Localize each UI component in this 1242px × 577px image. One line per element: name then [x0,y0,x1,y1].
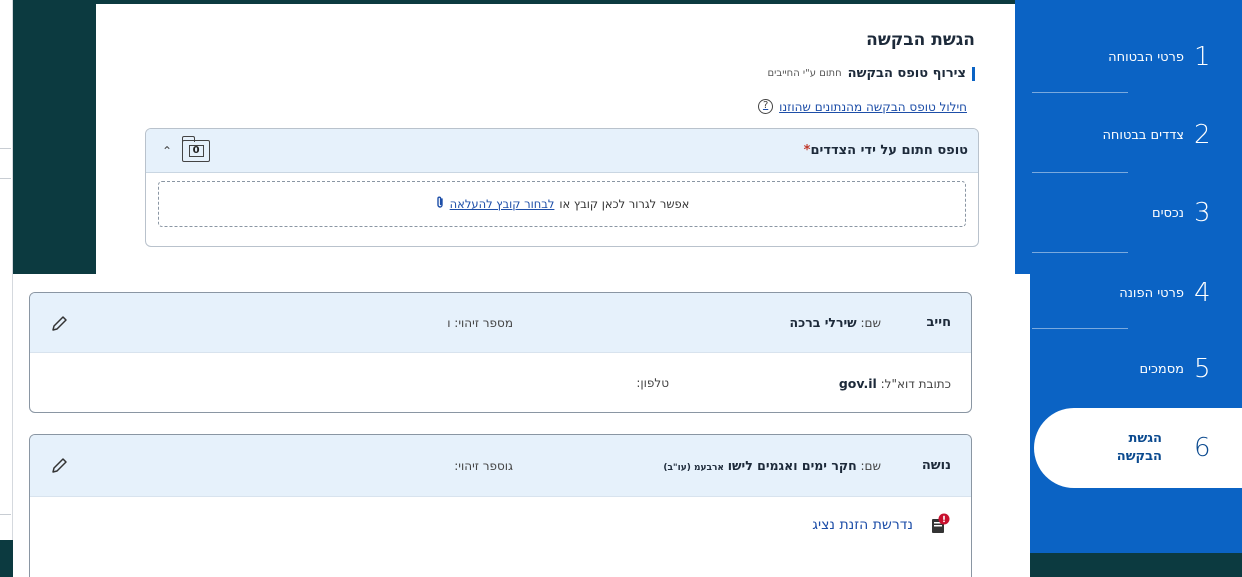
attach-form-heading: צירוף טופס הבקשה חתום ע"י החייבים [768,66,975,81]
id-label: גוספר זיהוי: [454,458,513,473]
step-5[interactable]: מסמכים 5 [1028,330,1242,408]
step-number: 4 [1194,278,1211,308]
phone-field: טלפון: [636,376,669,390]
party-contact-row: כתובת דוא"ל: gov.il טלפון: [30,353,971,412]
party-role: נושה [921,458,951,473]
step-label: פרטי הבטוחה [1108,49,1184,65]
step-1[interactable]: פרטי הבטוחה 1 [1028,18,1242,96]
file-drop-zone[interactable]: אפשר לגרור לכאן קובץ או לבחור קובץ להעלא… [158,181,966,227]
accent-bar [972,66,975,81]
name-value: שירלי ברכה [789,315,857,330]
step-number: 6 [1194,433,1211,463]
step-label: פרטי הפונה [1119,285,1184,301]
file-count: 0 [188,144,204,157]
page-title: הגשת הבקשה [866,30,975,50]
upload-label-text: טופס חתום על ידי הצדדים [810,143,968,158]
party-header: חייב שם: שירלי ברכה מספר זיהוי: ו [30,293,971,353]
help-icon[interactable]: ? [758,99,774,114]
step-number: 3 [1194,198,1211,228]
id-value: ו [447,315,451,330]
chevron-up-icon[interactable]: ⌃ [162,144,172,158]
attach-form-sublabel: חתום ע"י החייבים [767,68,842,79]
party-representative-row: נדרשת הזנת נציג [30,497,971,577]
pencil-icon[interactable] [50,455,70,475]
step-label: מסמכים [1139,361,1184,377]
party-name-field: שם: שירלי ברכה [790,315,881,330]
id-label: מספר זיהוי: [454,315,513,330]
divider [0,514,11,515]
name-value: חקר ימים ואגמים לישו [727,458,857,473]
party-header: נושה שם: חקר ימים ואגמים לישו ארבעמ (עו"… [30,435,971,497]
drop-text: אפשר לגרור לכאן קובץ או [559,197,690,211]
step-label: צדדים בבטוחה [1102,127,1184,143]
party-role: חייב [926,315,951,330]
name-value-tail: ארבעמ (עו"ב) [663,463,724,473]
step-2[interactable]: צדדים בבטוחה 2 [1028,96,1242,174]
party-card-creditor: נושה שם: חקר ימים ואגמים לישו ארבעמ (עו"… [29,434,972,577]
warning-document-icon [931,513,951,535]
pencil-icon[interactable] [50,313,70,333]
generate-form-link-row: חילול טופס הבקשה מהנתונים שהוזנו ? [758,99,967,114]
folder-icon: 0 [181,135,211,162]
party-id-field: גוספר זיהוי: [454,459,513,473]
paperclip-icon [435,196,445,212]
background-window-sliver [0,0,13,540]
email-field: כתובת דוא"ל: gov.il [839,376,951,391]
party-id-field: מספר זיהוי: ו [447,316,513,330]
step-label: נכסים [1151,205,1184,221]
email-value: gov.il [838,375,877,391]
parties-panel: חייב שם: שירלי ברכה מספר זיהוי: ו כתובת … [13,274,1030,577]
phone-label: טלפון: [636,376,669,390]
upload-header: טופס חתום על ידי הצדדים* ⌃ 0 [146,129,978,173]
attach-form-label: צירוף טופס הבקשה [847,66,966,81]
step-divider [1032,252,1128,253]
step-label: הגשת הבקשה [1116,431,1162,464]
name-label: שם: [860,459,881,473]
party-card-debtor: חייב שם: שירלי ברכה מספר זיהוי: ו כתובת … [29,292,972,413]
upload-label: טופס חתום על ידי הצדדים* [804,143,968,158]
divider [0,148,11,149]
step-number: 1 [1194,42,1211,72]
name-label: שם: [860,316,881,330]
choose-file-link[interactable]: לבחור קובץ להעלאה [450,197,555,211]
party-name-field: שם: חקר ימים ואגמים לישו ארבעמ (עו"ב) [663,458,881,473]
divider [0,178,11,179]
representative-required-link[interactable]: נדרשת הזנת נציג [812,517,913,533]
step-number: 5 [1194,354,1211,384]
signed-form-upload: טופס חתום על ידי הצדדים* ⌃ 0 אפשר לגרור … [145,128,979,247]
step-6-active[interactable]: הגשת הבקשה 6 [1034,408,1242,488]
step-4[interactable]: פרטי הפונה 4 [1028,254,1242,332]
upload-tools: ⌃ 0 [162,135,211,162]
step-number: 2 [1194,120,1211,150]
generate-form-link[interactable]: חילול טופס הבקשה מהנתונים שהוזנו [779,100,967,114]
email-label: כתובת דוא"ל: [880,376,951,391]
step-3[interactable]: נכסים 3 [1028,174,1242,252]
submit-request-card: הגשת הבקשה צירוף טופס הבקשה חתום ע"י החי… [96,4,1015,274]
